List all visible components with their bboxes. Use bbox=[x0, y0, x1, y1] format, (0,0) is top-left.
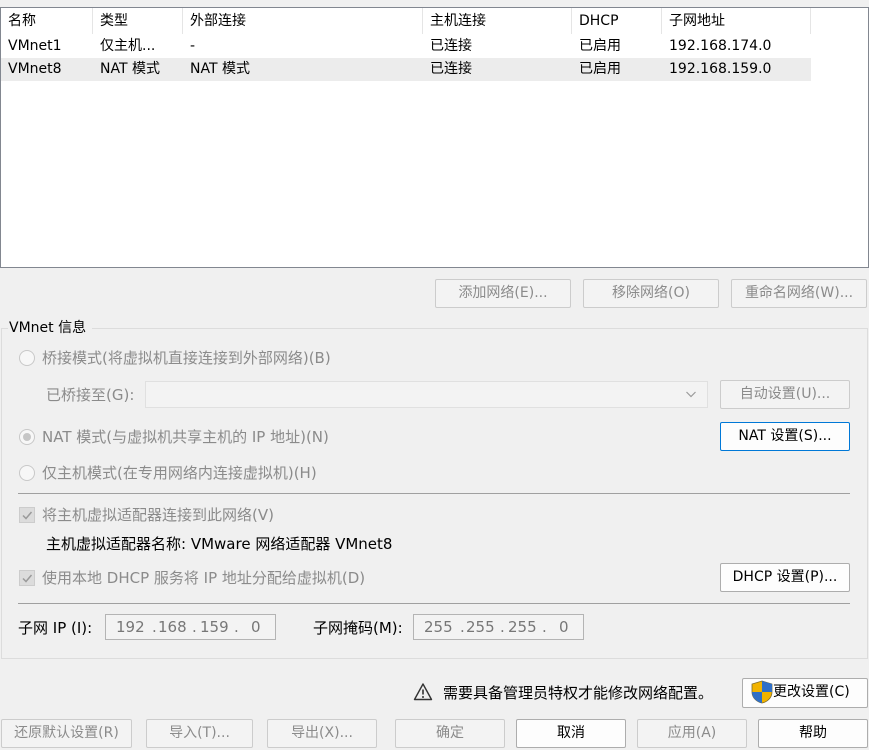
cell-host: 已连接 bbox=[430, 61, 472, 77]
restore-defaults-button[interactable]: 还原默认设置(R) bbox=[1, 719, 132, 748]
export-button[interactable]: 导出(X)... bbox=[267, 719, 377, 748]
nat-mode-radio[interactable] bbox=[19, 429, 35, 445]
vmnet-info-title: VMnet 信息 bbox=[8, 319, 88, 337]
ip-octet: 0 bbox=[559, 618, 569, 636]
remove-network-button[interactable]: 移除网络(O) bbox=[583, 279, 719, 308]
subnet-ip-input[interactable]: 192 . 168 . 159 . 0 bbox=[105, 614, 276, 640]
host-only-mode-label: 仅主机模式(在专用网络内连接虚拟机)(H) bbox=[42, 464, 317, 482]
column-header-type[interactable]: 类型 bbox=[93, 8, 183, 34]
bridged-mode-label: 桥接模式(将虚拟机直接连接到外部网络)(B) bbox=[42, 349, 331, 367]
nat-mode-label: NAT 模式(与虚拟机共享主机的 IP 地址)(N) bbox=[42, 428, 329, 446]
ip-octet: 0 bbox=[251, 618, 261, 636]
column-header-external[interactable]: 外部连接 bbox=[183, 8, 423, 34]
subnet-mask-label: 子网掩码(M): bbox=[313, 619, 403, 637]
ip-octet: 168 bbox=[158, 618, 187, 636]
cell-dhcp: 已启用 bbox=[579, 61, 621, 77]
ip-dot: . bbox=[500, 618, 505, 636]
subnet-mask-input[interactable]: 255 . 255 . 255 . 0 bbox=[413, 614, 584, 640]
uac-shield-icon bbox=[751, 680, 773, 704]
add-network-button[interactable]: 添加网络(E)... bbox=[435, 279, 571, 308]
bridged-to-select[interactable] bbox=[145, 381, 708, 408]
bridged-mode-radio[interactable] bbox=[19, 350, 35, 366]
auto-settings-button[interactable]: 自动设置(U)... bbox=[720, 380, 850, 409]
rename-network-button[interactable]: 重命名网络(W)... bbox=[731, 279, 867, 308]
cell-name: VMnet8 bbox=[8, 61, 62, 77]
column-header-subnet[interactable]: 子网地址 bbox=[662, 8, 811, 34]
ip-dot: . bbox=[460, 618, 465, 636]
divider bbox=[18, 493, 850, 494]
column-header-name[interactable]: 名称 bbox=[1, 8, 93, 34]
cell-subnet: 192.168.174.0 bbox=[669, 38, 772, 54]
divider bbox=[18, 603, 850, 604]
cell-host: 已连接 bbox=[430, 38, 472, 54]
table-row[interactable]: VMnet1 仅主机... - 已连接 已启用 192.168.174.0 bbox=[1, 35, 811, 58]
ip-octet: 255 bbox=[508, 618, 537, 636]
apply-button[interactable]: 应用(A) bbox=[637, 719, 747, 748]
connect-adapter-checkbox[interactable] bbox=[19, 507, 35, 523]
host-only-mode-radio[interactable] bbox=[19, 465, 35, 481]
list-header: 名称 类型 外部连接 主机连接 DHCP 子网地址 bbox=[1, 8, 811, 35]
ok-button[interactable]: 确定 bbox=[395, 719, 505, 748]
dhcp-label: 使用本地 DHCP 服务将 IP 地址分配给虚拟机(D) bbox=[42, 569, 366, 587]
column-header-host[interactable]: 主机连接 bbox=[423, 8, 572, 34]
import-button[interactable]: 导入(T)... bbox=[146, 719, 253, 748]
checkmark-icon bbox=[22, 511, 33, 520]
dhcp-checkbox[interactable] bbox=[19, 570, 35, 586]
ip-dot: . bbox=[234, 618, 239, 636]
cancel-button[interactable]: 取消 bbox=[516, 719, 626, 748]
ip-octet: 192 bbox=[116, 618, 145, 636]
checkmark-icon bbox=[22, 574, 33, 583]
adapter-name-text: 主机虚拟适配器名称: VMware 网络适配器 VMnet8 bbox=[46, 535, 393, 553]
column-header-dhcp[interactable]: DHCP bbox=[572, 8, 662, 34]
nat-settings-button[interactable]: NAT 设置(S)... bbox=[720, 422, 850, 451]
cell-subnet: 192.168.159.0 bbox=[669, 61, 772, 77]
ip-dot: . bbox=[152, 618, 157, 636]
ip-dot: . bbox=[192, 618, 197, 636]
cell-type: 仅主机... bbox=[100, 38, 156, 54]
cell-name: VMnet1 bbox=[8, 38, 62, 54]
dhcp-settings-button[interactable]: DHCP 设置(P)... bbox=[720, 563, 850, 592]
ip-octet: 255 bbox=[424, 618, 453, 636]
cell-type: NAT 模式 bbox=[100, 61, 160, 77]
change-settings-label: 更改设置(C) bbox=[773, 684, 850, 700]
cell-external: - bbox=[190, 38, 196, 54]
help-button[interactable]: 帮助 bbox=[758, 719, 868, 748]
ip-octet: 255 bbox=[466, 618, 495, 636]
warning-triangle-icon bbox=[413, 683, 433, 701]
ip-dot: . bbox=[542, 618, 547, 636]
admin-notice-text: 需要具备管理员特权才能修改网络配置。 bbox=[443, 684, 714, 702]
subnet-ip-label: 子网 IP (I): bbox=[18, 619, 93, 637]
connect-adapter-label: 将主机虚拟适配器连接到此网络(V) bbox=[42, 506, 274, 524]
network-list[interactable]: 名称 类型 外部连接 主机连接 DHCP 子网地址 VMnet1 仅主机... … bbox=[0, 7, 869, 268]
cell-external: NAT 模式 bbox=[190, 61, 250, 77]
bridged-to-label: 已桥接至(G): bbox=[46, 386, 135, 404]
ip-octet: 159 bbox=[200, 618, 229, 636]
cell-dhcp: 已启用 bbox=[579, 38, 621, 54]
table-row[interactable]: VMnet8 NAT 模式 NAT 模式 已连接 已启用 192.168.159… bbox=[1, 58, 811, 81]
chevron-down-icon bbox=[686, 391, 696, 398]
